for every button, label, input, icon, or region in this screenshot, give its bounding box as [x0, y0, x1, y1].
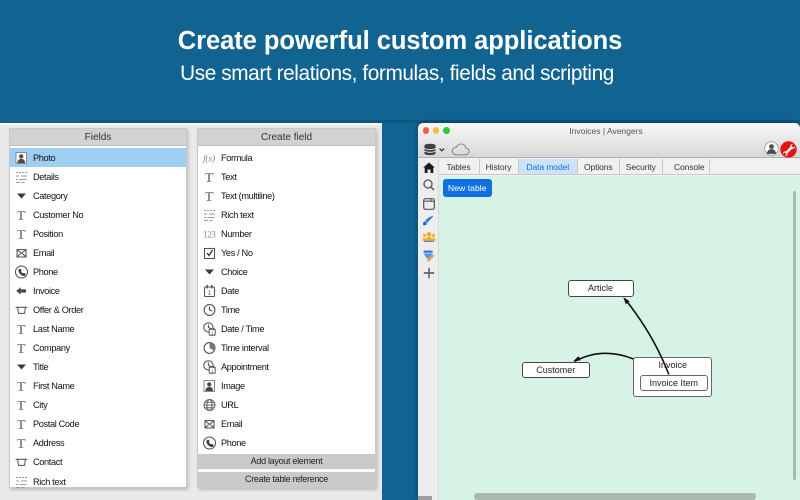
svg-text:f(x): f(x) — [203, 153, 215, 164]
svg-text:123: 123 — [203, 229, 216, 239]
